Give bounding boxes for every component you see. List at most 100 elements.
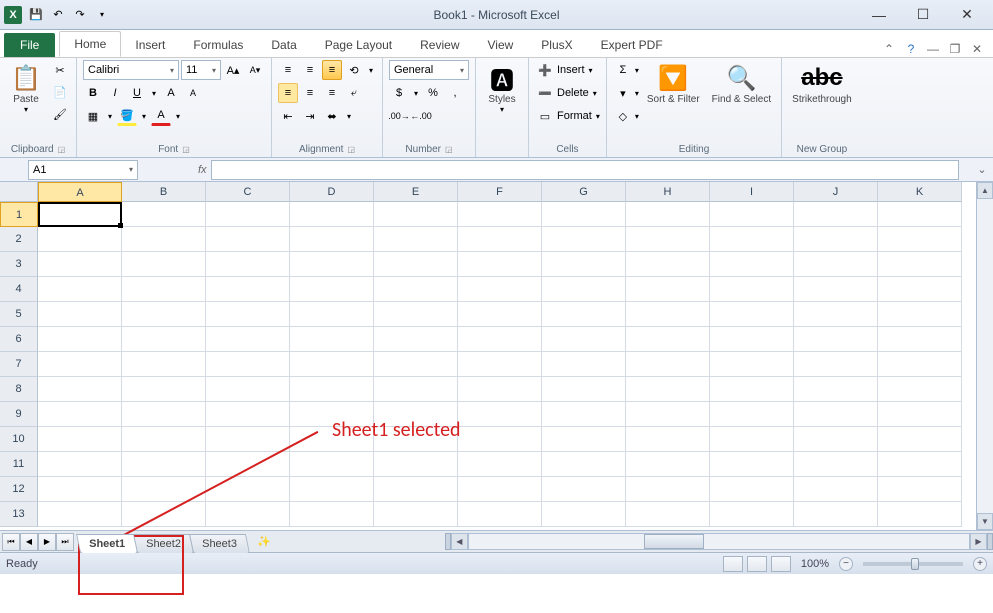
underline-dropdown[interactable]: ▾: [149, 83, 159, 103]
hscroll-thumb[interactable]: [644, 534, 704, 549]
comma-icon[interactable]: ,: [445, 83, 465, 103]
close-button[interactable]: ✕: [957, 5, 977, 25]
hsplit-handle[interactable]: [987, 533, 993, 550]
fill-color-icon[interactable]: 🪣: [117, 106, 137, 126]
bold-button[interactable]: B: [83, 83, 103, 103]
increase-font-icon[interactable]: A▴: [223, 60, 243, 80]
column-header[interactable]: C: [206, 182, 290, 202]
scroll-up-icon[interactable]: ▲: [977, 182, 993, 199]
row-header[interactable]: 10: [0, 427, 38, 452]
decrease-decimal-icon[interactable]: ←.00: [411, 106, 431, 126]
column-header[interactable]: A: [38, 182, 122, 202]
font-grow-icon[interactable]: A: [161, 83, 181, 103]
page-layout-view-icon[interactable]: [747, 556, 767, 572]
tab-formulas[interactable]: Formulas: [179, 33, 257, 57]
format-button[interactable]: ▭Format▾: [535, 106, 600, 126]
file-tab[interactable]: File: [4, 33, 55, 57]
new-sheet-icon[interactable]: ✨: [253, 534, 275, 550]
font-launcher[interactable]: ◲: [182, 145, 190, 154]
row-header[interactable]: 12: [0, 477, 38, 502]
row-header[interactable]: 6: [0, 327, 38, 352]
row-header[interactable]: 5: [0, 302, 38, 327]
tab-insert[interactable]: Insert: [121, 33, 179, 57]
align-center-icon[interactable]: ≡: [300, 83, 320, 103]
alignment-launcher[interactable]: ◲: [347, 145, 355, 154]
maximize-button[interactable]: ☐: [913, 5, 933, 25]
sheet-tab-sheet3[interactable]: Sheet3: [189, 534, 250, 553]
increase-decimal-icon[interactable]: .00→: [389, 106, 409, 126]
column-header[interactable]: K: [878, 182, 962, 202]
zoom-slider[interactable]: [863, 562, 963, 566]
column-header[interactable]: F: [458, 182, 542, 202]
column-header[interactable]: J: [794, 182, 878, 202]
help-icon[interactable]: ?: [903, 41, 919, 57]
prev-sheet-icon[interactable]: ◀: [20, 533, 38, 551]
row-header[interactable]: 1: [0, 202, 38, 227]
clear-button[interactable]: ◇▾: [613, 106, 639, 126]
tab-review[interactable]: Review: [406, 33, 473, 57]
find-select-button[interactable]: 🔍 Find & Select: [708, 60, 775, 107]
hscroll-track[interactable]: [468, 533, 970, 550]
row-header[interactable]: 8: [0, 377, 38, 402]
wrap-text-icon[interactable]: ⤶: [344, 83, 364, 103]
first-sheet-icon[interactable]: ⏮: [2, 533, 20, 551]
styles-button[interactable]: 🅰 Styles ▾: [482, 60, 522, 116]
number-launcher[interactable]: ◲: [445, 145, 453, 154]
scroll-track[interactable]: [977, 199, 993, 513]
sort-filter-button[interactable]: 🔽 Sort & Filter: [643, 60, 704, 107]
orientation-icon[interactable]: ⟲: [344, 60, 364, 80]
align-middle-icon[interactable]: ≡: [300, 60, 320, 80]
doc-close-icon[interactable]: ✕: [969, 41, 985, 57]
row-header[interactable]: 9: [0, 402, 38, 427]
page-break-view-icon[interactable]: [771, 556, 791, 572]
cells-area[interactable]: [38, 202, 976, 527]
row-header[interactable]: 3: [0, 252, 38, 277]
underline-button[interactable]: U: [127, 83, 147, 103]
font-color-icon[interactable]: A: [151, 106, 171, 126]
minimize-button[interactable]: —: [869, 5, 889, 25]
borders-icon[interactable]: ▦: [83, 106, 103, 126]
tab-plusx[interactable]: PlusX: [527, 33, 586, 57]
borders-dropdown[interactable]: ▾: [105, 106, 115, 126]
align-right-icon[interactable]: ≡: [322, 83, 342, 103]
align-left-icon[interactable]: ≡: [278, 83, 298, 103]
orientation-dropdown[interactable]: ▾: [366, 60, 376, 80]
font-shrink-icon[interactable]: A: [183, 83, 203, 103]
italic-button[interactable]: I: [105, 83, 125, 103]
format-painter-icon[interactable]: 🖌: [50, 104, 70, 124]
font-size-combo[interactable]: 11: [181, 60, 221, 80]
row-header[interactable]: 4: [0, 277, 38, 302]
row-header[interactable]: 13: [0, 502, 38, 527]
name-box[interactable]: A1: [28, 160, 138, 180]
scroll-right-icon[interactable]: ▶: [970, 533, 987, 550]
row-header[interactable]: 11: [0, 452, 38, 477]
paste-button[interactable]: 📋 Paste ▾: [6, 60, 46, 116]
fill-button[interactable]: ▾▾: [613, 83, 639, 103]
tab-home[interactable]: Home: [59, 31, 121, 57]
percent-icon[interactable]: %: [423, 83, 443, 103]
zoom-out-icon[interactable]: −: [839, 557, 853, 571]
column-header[interactable]: H: [626, 182, 710, 202]
fill-dropdown[interactable]: ▾: [139, 106, 149, 126]
column-header[interactable]: D: [290, 182, 374, 202]
insert-button[interactable]: ➕Insert▾: [535, 60, 593, 80]
tab-expert-pdf[interactable]: Expert PDF: [587, 33, 677, 57]
redo-icon[interactable]: ↷: [70, 5, 90, 25]
expand-formula-bar-icon[interactable]: ⌄: [975, 160, 989, 180]
increase-indent-icon[interactable]: ⇥: [300, 106, 320, 126]
currency-icon[interactable]: $: [389, 83, 409, 103]
tab-page-layout[interactable]: Page Layout: [311, 33, 406, 57]
sheet-tab-sheet1[interactable]: Sheet1: [76, 534, 138, 553]
zoom-handle[interactable]: [911, 558, 919, 570]
font-name-combo[interactable]: Calibri: [83, 60, 179, 80]
undo-icon[interactable]: ↶: [48, 5, 68, 25]
align-top-icon[interactable]: ≡: [278, 60, 298, 80]
merge-dropdown[interactable]: ▾: [344, 106, 354, 126]
select-all-corner[interactable]: [0, 182, 38, 202]
decrease-indent-icon[interactable]: ⇤: [278, 106, 298, 126]
save-icon[interactable]: 💾: [26, 5, 46, 25]
column-header[interactable]: I: [710, 182, 794, 202]
cut-icon[interactable]: ✂: [50, 60, 70, 80]
vertical-scrollbar[interactable]: ▲ ▼: [976, 182, 993, 530]
clipboard-launcher[interactable]: ◲: [58, 145, 66, 154]
